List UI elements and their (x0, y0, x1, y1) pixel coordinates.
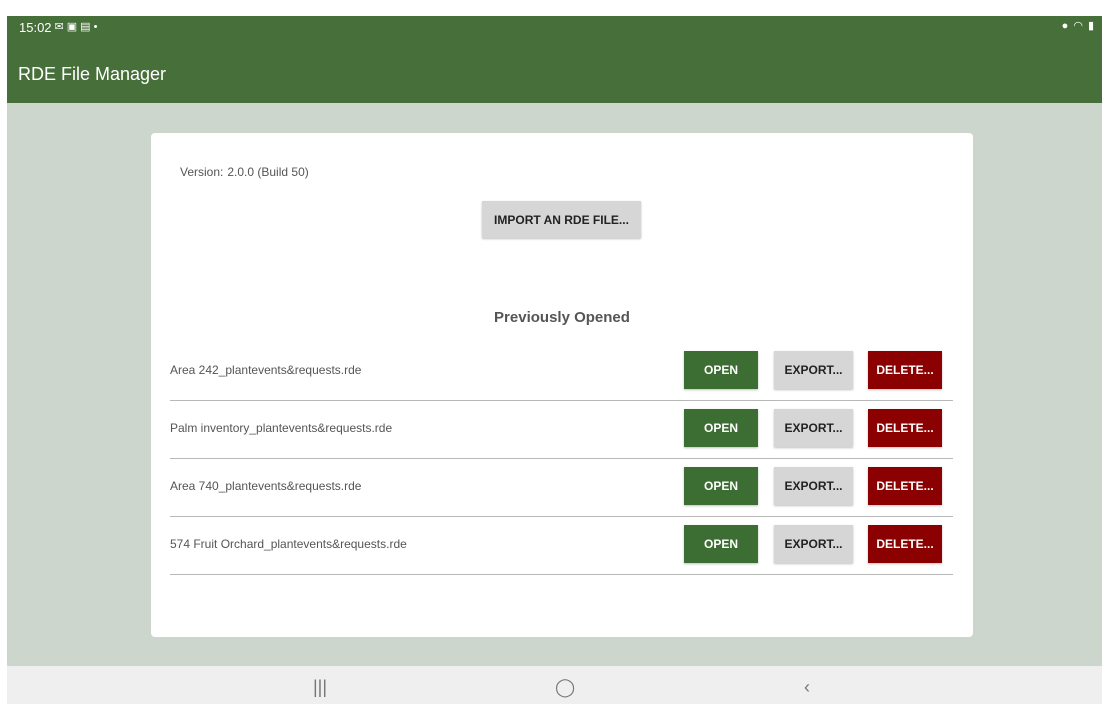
open-button[interactable]: OPEN (684, 525, 758, 563)
navigation-bar: ||| ◯ ‹ (7, 666, 1102, 704)
file-row: 574 Fruit Orchard_plantevents&requests.r… (170, 516, 953, 575)
version-label: Version: (180, 165, 224, 179)
status-left: 15:02 ✉ ▣ ▤ • (19, 20, 97, 35)
app-title: RDE File Manager (18, 64, 167, 84)
location-icon: ● (1061, 20, 1069, 32)
file-row: Palm inventory_plantevents&requests.rde … (170, 400, 953, 459)
file-name: Area 740_plantevents&requests.rde (170, 479, 362, 493)
delete-button[interactable]: DELETE... (868, 351, 942, 389)
file-name: Area 242_plantevents&requests.rde (170, 363, 362, 377)
gallery-icon: ▤ (80, 21, 91, 33)
export-button[interactable]: EXPORT... (774, 525, 853, 563)
status-time: 15:02 (19, 20, 52, 35)
previously-opened-heading: Previously Opened (494, 309, 630, 326)
version-value: 2.0.0 (Build 50) (227, 165, 309, 179)
open-button[interactable]: OPEN (684, 351, 758, 389)
home-icon[interactable]: ◯ (555, 677, 575, 698)
file-name: 574 Fruit Orchard_plantevents&requests.r… (170, 537, 407, 551)
status-right: ● ◠ ▮ (1062, 20, 1094, 33)
dot-icon: • (93, 21, 98, 33)
wifi-icon: ◠ (1073, 20, 1083, 32)
back-icon[interactable]: ‹ (804, 677, 810, 698)
export-button[interactable]: EXPORT... (774, 467, 853, 505)
app-bar: RDE File Manager (7, 38, 1102, 103)
status-bar: 15:02 ✉ ▣ ▤ • ● ◠ ▮ (7, 16, 1102, 38)
app-window: 15:02 ✉ ▣ ▤ • ● ◠ ▮ RDE File Manager Ver… (7, 16, 1102, 704)
version-text: Version: 2.0.0 (Build 50) (180, 165, 313, 179)
battery-icon: ▮ (1087, 20, 1094, 32)
file-row: Area 740_plantevents&requests.rde OPEN E… (170, 458, 953, 517)
open-button[interactable]: OPEN (684, 409, 758, 447)
export-button[interactable]: EXPORT... (774, 409, 853, 447)
delete-button[interactable]: DELETE... (868, 467, 942, 505)
delete-button[interactable]: DELETE... (868, 525, 942, 563)
file-name: Palm inventory_plantevents&requests.rde (170, 421, 393, 435)
calendar-icon: ▣ (66, 21, 78, 33)
delete-button[interactable]: DELETE... (868, 409, 942, 447)
file-row: Area 242_plantevents&requests.rde OPEN E… (170, 342, 953, 401)
open-button[interactable]: OPEN (684, 467, 758, 505)
export-button[interactable]: EXPORT... (774, 351, 853, 389)
import-rde-file-button[interactable]: IMPORT AN RDE FILE... (482, 201, 641, 238)
mail-icon: ✉ (54, 21, 64, 33)
recents-icon[interactable]: ||| (313, 677, 327, 698)
file-manager-card: Version: 2.0.0 (Build 50) IMPORT AN RDE F… (151, 133, 973, 637)
